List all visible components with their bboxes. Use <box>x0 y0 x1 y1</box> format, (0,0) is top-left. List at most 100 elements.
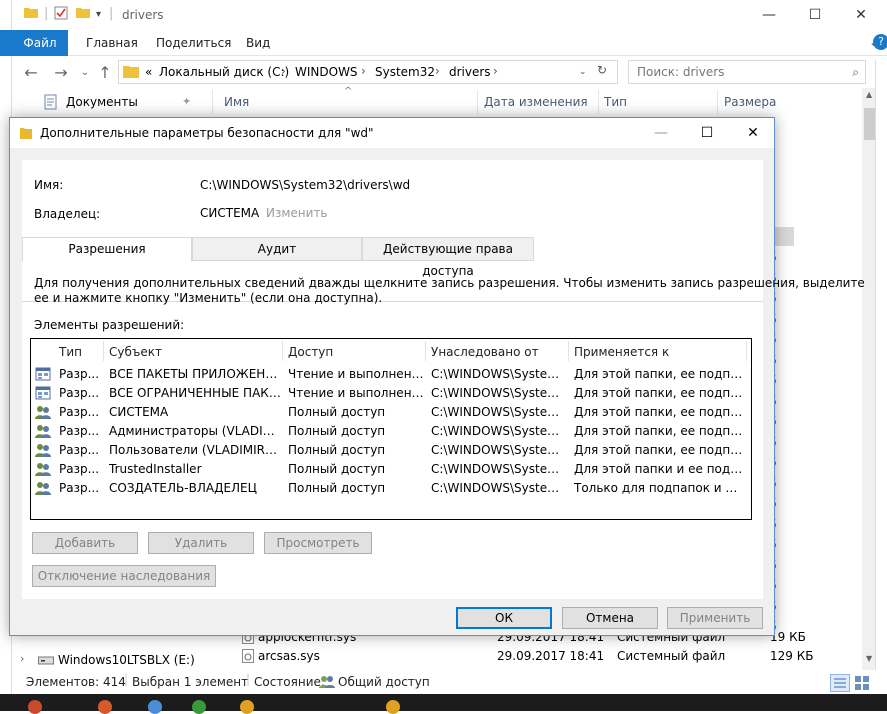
documents-icon <box>44 94 58 113</box>
expand-chevron-icon[interactable]: › <box>20 652 24 665</box>
recent-dropdown-icon[interactable]: ⌄ <box>74 62 96 84</box>
folder-icon <box>20 127 32 142</box>
ribbon-tab-share[interactable]: Поделиться <box>142 30 245 56</box>
nav-pane-item-documents[interactable]: Документы ✦ <box>42 90 212 114</box>
taskbar-app-icon[interactable] <box>28 700 42 714</box>
new-folder-icon[interactable] <box>76 6 90 22</box>
taskbar-app-icon[interactable] <box>386 700 400 714</box>
back-icon[interactable]: ← <box>20 62 42 84</box>
breadcrumb-separator-icon[interactable]: › <box>361 64 366 78</box>
apply-button[interactable]: Применить <box>667 607 763 629</box>
add-button[interactable]: Добавить <box>32 532 138 554</box>
help-icon[interactable]: ? <box>873 34 887 50</box>
column-header-type[interactable]: Тип <box>59 345 82 359</box>
tab-audit[interactable]: Аудит <box>192 237 362 261</box>
separator: | <box>109 6 114 21</box>
breadcrumb-separator-icon[interactable]: › <box>281 64 286 78</box>
permission-entry-row[interactable]: Разр... ВСЕ ПАКЕТЫ ПРИЛОЖЕНИЙ Чтение и вып… <box>31 365 751 384</box>
permission-entries-list[interactable]: Тип Субъект Доступ Унаследовано от Приме… <box>30 338 752 520</box>
breadcrumb-overflow[interactable]: « <box>145 65 152 79</box>
ribbon-tab-home[interactable]: Главная <box>72 30 152 56</box>
taskbar-app-icon[interactable] <box>240 700 254 714</box>
breadcrumb-separator-icon[interactable]: › <box>435 64 440 78</box>
permission-subject: Пользователи (VLADIMIR\П... <box>109 443 281 457</box>
large-icons-view-icon[interactable] <box>854 675 870 694</box>
tab-permissions[interactable]: Разрешения <box>22 237 192 262</box>
pin-icon[interactable]: ✦ <box>182 95 191 108</box>
state-label: Состояние: <box>254 675 325 689</box>
search-input[interactable]: Поиск: drivers <box>637 65 724 79</box>
column-header-size[interactable]: Размера <box>724 95 776 109</box>
dialog-maximize-button[interactable]: ☐ <box>684 118 730 148</box>
search-box[interactable]: Поиск: drivers ⌕ <box>628 60 866 84</box>
breadcrumb-windows[interactable]: WINDOWS <box>295 65 358 79</box>
column-header-inherited[interactable]: Унаследовано от <box>431 345 539 359</box>
permission-entry-row[interactable]: Разр... Пользователи (VLADIMIR\П... Полный… <box>31 441 751 460</box>
address-bar[interactable]: « Локальный диск (C:) › WINDOWS › System… <box>118 60 618 84</box>
permission-applies: Для этой папки и ее подпапок <box>574 462 746 476</box>
permission-subject: СОЗДАТЕЛЬ-ВЛАДЕЛЕЦ <box>109 481 257 495</box>
file-date: 29.09.2017 18:41 <box>497 649 605 663</box>
folder-icon <box>123 64 139 81</box>
taskbar-app-icon[interactable] <box>192 700 206 714</box>
breadcrumb-local-disk[interactable]: Локальный диск (C:) <box>159 65 289 79</box>
file-row[interactable]: arcsas.sys 29.09.2017 18:41 Системный фа… <box>224 647 824 667</box>
taskbar-app-icon[interactable] <box>148 700 162 714</box>
search-icon[interactable]: ⌕ <box>852 65 859 80</box>
change-owner-link[interactable]: Изменить <box>266 206 328 220</box>
details-view-icon[interactable] <box>830 674 850 692</box>
permission-entry-row[interactable]: Разр... СОЗДАТЕЛЬ-ВЛАДЕЛЕЦ Полный доступ C:… <box>31 479 751 498</box>
breadcrumb-drivers[interactable]: drivers <box>449 65 491 79</box>
column-divider[interactable] <box>746 341 747 361</box>
status-bar: Элементов: 414 | Выбран 1 элемент | Сост… <box>12 672 887 694</box>
ribbon-tab-file[interactable]: Файл <box>12 30 68 56</box>
column-divider[interactable] <box>425 341 426 361</box>
users-icon <box>35 405 51 419</box>
remove-button[interactable]: Удалить <box>148 532 254 554</box>
disable-inheritance-button[interactable]: Отключение наследования <box>32 565 216 587</box>
dialog-close-button[interactable]: ✕ <box>730 118 776 148</box>
cancel-button[interactable]: Отмена <box>562 607 658 629</box>
column-divider[interactable] <box>282 341 283 361</box>
column-divider[interactable] <box>103 341 104 361</box>
taskbar-app-icon[interactable] <box>98 700 112 714</box>
refresh-icon[interactable]: ↻ <box>597 63 607 77</box>
forward-icon[interactable]: → <box>50 62 72 84</box>
properties-icon[interactable] <box>54 6 68 24</box>
address-dropdown-icon[interactable]: ⌄ <box>579 67 587 77</box>
permission-entry-row[interactable]: Разр... Администраторы (VLADIMIR... Полный… <box>31 422 751 441</box>
scroll-down-icon[interactable]: ▼ <box>866 654 872 663</box>
breadcrumb-separator-icon[interactable]: › <box>493 64 498 78</box>
close-button[interactable]: ✕ <box>838 0 884 30</box>
breadcrumb-system32[interactable]: System32 <box>375 65 435 79</box>
nav-pane-item-drive-e[interactable]: › Windows10LTSBLX (E:) <box>18 650 208 670</box>
column-divider[interactable] <box>598 90 599 114</box>
permission-inherited: C:\WINDOWS\System3... <box>431 386 567 400</box>
ok-button[interactable]: ОК <box>456 607 552 629</box>
permission-entry-row[interactable]: Разр... СИСТЕМА Полный доступ C:\WINDOWS\Sy… <box>31 403 751 422</box>
ribbon-tab-view[interactable]: Вид <box>232 30 284 56</box>
column-header-applies-to[interactable]: Применяется к <box>574 345 669 359</box>
column-divider[interactable] <box>717 90 718 114</box>
column-header-access[interactable]: Доступ <box>288 345 333 359</box>
column-divider[interactable] <box>477 90 478 114</box>
column-header-name[interactable]: Имя <box>224 95 249 109</box>
column-divider[interactable] <box>568 341 569 361</box>
scroll-up-icon[interactable]: ▲ <box>866 90 872 99</box>
maximize-button[interactable]: ☐ <box>792 0 838 30</box>
up-icon[interactable]: ↑ <box>94 62 116 84</box>
separator: | <box>44 6 49 21</box>
dialog-minimize-button[interactable]: — <box>638 118 684 148</box>
permission-entry-row[interactable]: Разр... TrustedInstaller Полный доступ C:\W… <box>31 460 751 479</box>
column-header-date[interactable]: Дата изменения <box>484 95 588 109</box>
folder-icon[interactable] <box>24 6 38 22</box>
view-button[interactable]: Просмотреть <box>264 532 372 554</box>
permission-entry-row[interactable]: Разр... ВСЕ ОГРАНИЧЕННЫЕ ПАКЕ... Чтение и … <box>31 384 751 403</box>
column-header-principal[interactable]: Субъект <box>109 345 162 359</box>
tab-effective-access[interactable]: Действующие права доступа <box>362 237 534 278</box>
column-header-type[interactable]: Тип <box>604 95 627 109</box>
qat-dropdown-icon[interactable]: ▾ <box>96 9 101 20</box>
users-icon <box>35 424 51 438</box>
minimize-button[interactable]: — <box>746 0 792 30</box>
permission-access: Чтение и выполнение <box>288 386 424 400</box>
